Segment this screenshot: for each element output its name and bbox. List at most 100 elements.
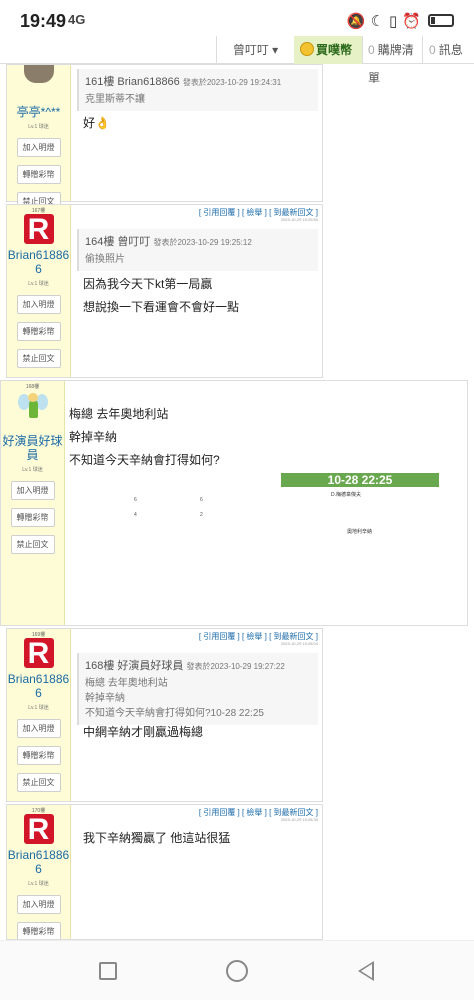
- quote-line: 幹掉辛納: [85, 693, 125, 704]
- block-reply-button[interactable]: 禁止回文: [16, 349, 61, 368]
- avatar[interactable]: R: [23, 214, 54, 246]
- status-icons: 🔕☾▯⏰: [347, 12, 454, 30]
- messages-label: 訊息: [438, 43, 463, 57]
- post-reply: 167樓 R Brian618866 Lv.1 球迷 加入明燈 轉贈彩幣 禁止回…: [6, 204, 323, 378]
- user-level: Lv.1 球迷: [22, 467, 43, 473]
- score-footer: 奧地利辛納: [347, 529, 373, 535]
- quote-author: 168樓 好演員好球員: [85, 660, 184, 672]
- avatar[interactable]: R: [23, 638, 54, 670]
- triangle-back-icon: [358, 961, 374, 981]
- content-line: 不知道今天辛納會打得如何?: [69, 453, 220, 467]
- buy-coin-button[interactable]: 買噗幣: [294, 36, 362, 64]
- quote-block: 164樓 曾叮叮 發表於2023-10-29 19:25:12 偷換照片: [77, 229, 318, 271]
- buy-coin-label: 買噗幣: [316, 43, 353, 57]
- content-line: 因為我今天下kt第一局贏: [83, 277, 213, 291]
- system-nav-bar: [0, 940, 474, 1000]
- avatar[interactable]: R: [23, 814, 54, 846]
- user-level: Lv.1 球迷: [28, 124, 49, 130]
- coin-icon: [300, 42, 314, 56]
- post-content: 梅總 去年奧地利站 幹掉辛納 不知道今天辛納會打得如何?: [69, 403, 220, 472]
- gift-coin-button[interactable]: 轉贈彩幣: [16, 746, 61, 765]
- floor-number: 168樓: [25, 384, 40, 390]
- user-level: Lv.1 球迷: [28, 881, 49, 887]
- add-friend-button[interactable]: 加入明燈: [10, 481, 55, 500]
- block-reply-button[interactable]: 禁止回文: [10, 535, 55, 554]
- status-time: 19:49: [20, 11, 67, 31]
- content-line: 中網辛納才剛贏過梅總: [83, 725, 204, 739]
- post-content: 好👌: [83, 112, 110, 135]
- content-line: 梅總 去年奧地利站: [69, 407, 169, 421]
- quote-line: 梅總 去年奧地利站: [85, 678, 168, 689]
- gift-coin-button[interactable]: 轉贈彩幣: [10, 508, 55, 527]
- content-line: 我下辛納獨贏了 他這站很猛: [83, 831, 231, 845]
- back-button[interactable]: [352, 957, 380, 985]
- quote-time: 發表於2023-10-29 19:25:12: [153, 238, 252, 247]
- username[interactable]: 亭亭*^**: [7, 105, 70, 119]
- score-subtitle: D.梅德韋傑夫: [331, 492, 362, 498]
- username[interactable]: 好演員好球員: [1, 434, 64, 462]
- post-date: 2023-10-29 19:25:50: [280, 217, 318, 222]
- score-value: 4: [134, 512, 137, 518]
- user-level: Lv.1 球迷: [28, 705, 49, 711]
- score-value: 2: [200, 512, 203, 518]
- username[interactable]: Brian618866: [7, 848, 70, 876]
- post-sidebar: 亭亭*^** Lv.1 球迷 加入明燈 轉贈彩幣 禁止回文: [7, 65, 71, 211]
- quote-time: 發表於2023-10-29 19:27:22: [186, 662, 285, 671]
- score-title: 10-28 22:25: [281, 473, 439, 487]
- post-sidebar: 170樓 R Brian618866 Lv.1 球迷 加入明燈 轉贈彩幣: [7, 805, 71, 939]
- add-friend-button[interactable]: 加入明燈: [16, 895, 61, 914]
- gift-coin-button[interactable]: 轉贈彩幣: [16, 165, 61, 184]
- post-sidebar: 168樓 好演員好球員 Lv.1 球迷 加入明燈 轉贈彩幣 禁止回文: [1, 381, 65, 625]
- post-reply: 168樓 好演員好球員 Lv.1 球迷 加入明燈 轉贈彩幣 禁止回文 梅總 去年…: [0, 380, 468, 626]
- content-line: 想說換一下看運會不會好一點: [83, 300, 240, 314]
- gift-coin-button[interactable]: 轉贈彩幣: [16, 922, 61, 939]
- block-reply-button[interactable]: 禁止回文: [16, 773, 61, 792]
- recent-apps-button[interactable]: [94, 957, 122, 985]
- alarm-icon: ⏰: [402, 13, 426, 30]
- post-sidebar: 167樓 R Brian618866 Lv.1 球迷 加入明燈 轉贈彩幣 禁止回…: [7, 205, 71, 377]
- messages-button[interactable]: 0 訊息: [422, 36, 474, 64]
- username[interactable]: Brian618866: [7, 672, 70, 700]
- quote-text: 梅總 去年奧地利站 幹掉辛納 不知道今天辛納會打得如何?10-28 22:25: [85, 676, 312, 721]
- avatar[interactable]: [17, 392, 48, 430]
- moon-icon: ☾: [370, 13, 390, 30]
- user-menu[interactable]: 曾叮叮 ▾: [216, 36, 294, 64]
- mute-icon: 🔕: [346, 13, 371, 30]
- post-reply: 170樓 R Brian618866 Lv.1 球迷 加入明燈 轉贈彩幣 [ 引…: [6, 804, 323, 940]
- score-value: 6: [134, 497, 137, 503]
- purchase-list-button[interactable]: 0 購牌清單: [362, 36, 422, 85]
- gift-coin-button[interactable]: 轉贈彩幣: [16, 322, 61, 341]
- username[interactable]: Brian618866: [7, 248, 70, 276]
- post-sidebar: 169樓 R Brian618866 Lv.1 球迷 加入明燈 轉贈彩幣 禁止回…: [7, 629, 71, 801]
- add-friend-button[interactable]: 加入明燈: [16, 138, 61, 157]
- add-friend-button[interactable]: 加入明燈: [16, 719, 61, 738]
- quote-text: 偷換照片: [85, 254, 125, 265]
- quote-line: 不知道今天辛納會打得如何?10-28 22:25: [85, 708, 264, 719]
- battery-icon: [428, 14, 454, 27]
- add-friend-button[interactable]: 加入明燈: [16, 295, 61, 314]
- network-indicator: 4G: [68, 12, 86, 27]
- circle-icon: [226, 960, 248, 982]
- post-content: 因為我今天下kt第一局贏 想說換一下看運會不會好一點: [83, 273, 239, 319]
- home-button[interactable]: [223, 957, 251, 985]
- purchase-count: 0: [368, 43, 375, 57]
- post-content: 我下辛納獨贏了 他這站很猛: [83, 827, 230, 850]
- square-icon: [99, 962, 117, 980]
- content-line: 幹掉辛納: [69, 430, 118, 444]
- message-count: 0: [429, 43, 436, 57]
- quote-time: 發表於2023-10-29 19:24:31: [182, 78, 282, 87]
- post-date: 2023-10-29 19:28:30: [280, 817, 318, 822]
- quote-author: 164樓 曾叮叮: [85, 236, 151, 248]
- quote-block: 161樓 Brian618866 發表於2023-10-29 19:24:31 …: [77, 69, 318, 111]
- user-level: Lv.1 球迷: [28, 281, 49, 287]
- avatar[interactable]: [21, 65, 57, 101]
- quote-block: 168樓 好演員好球員 發表於2023-10-29 19:27:22 梅總 去年…: [77, 653, 318, 725]
- top-nav: 曾叮叮 ▾ 買噗幣 0 購牌清單 0 訊息: [0, 36, 474, 85]
- score-value: 6: [200, 497, 203, 503]
- quote-author: 161樓 Brian618866: [85, 76, 180, 88]
- quote-text: 克里斯蒂不讓: [85, 94, 145, 105]
- post-reply: 169樓 R Brian618866 Lv.1 球迷 加入明燈 轉贈彩幣 禁止回…: [6, 628, 323, 802]
- post-reply: 亭亭*^** Lv.1 球迷 加入明燈 轉贈彩幣 禁止回文 161樓 Brian…: [6, 64, 323, 211]
- vibrate-icon: ▯: [389, 13, 403, 30]
- post-date: 2023-10-29 19:28:04: [280, 641, 318, 646]
